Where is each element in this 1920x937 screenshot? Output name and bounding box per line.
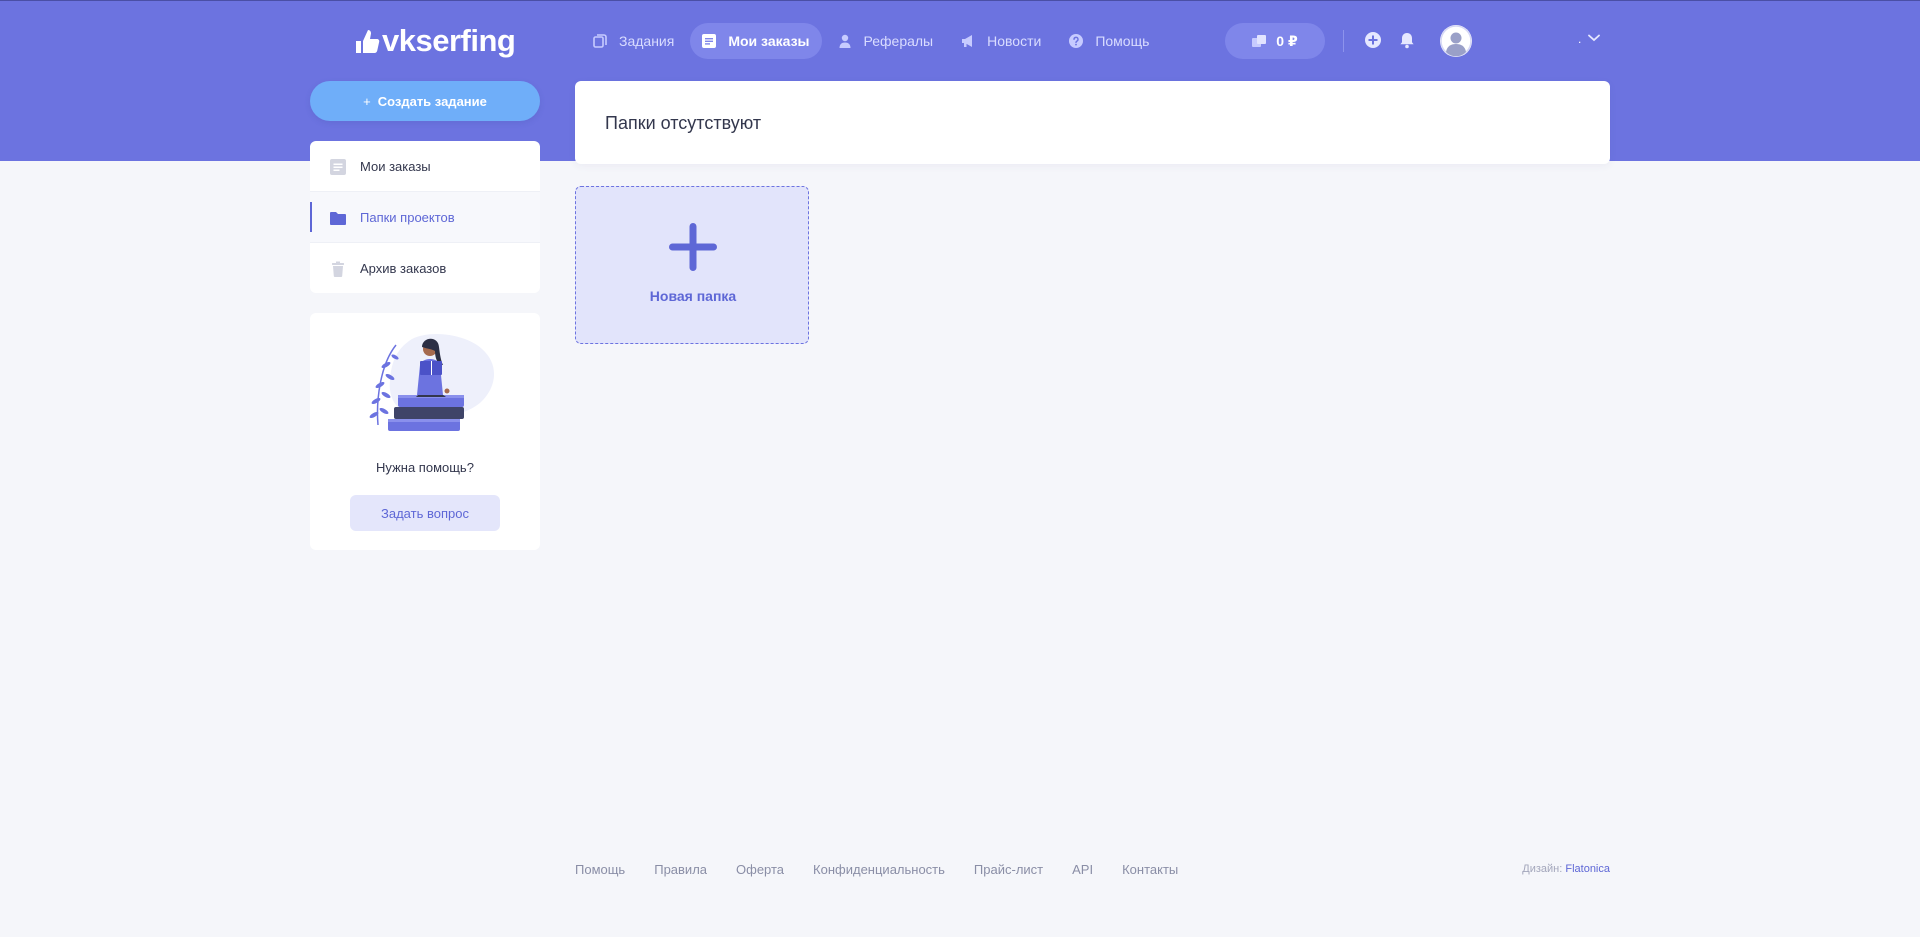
empty-state-title: Папки отсутствуют: [605, 113, 762, 133]
avatar-icon: [1440, 25, 1472, 57]
credit-prefix: Дизайн:: [1522, 863, 1563, 875]
document-icon: [330, 159, 346, 175]
sidebar-item-archive[interactable]: Архив заказов: [310, 243, 540, 293]
design-credit: Дизайн: Flatonica: [1522, 863, 1610, 875]
footer-links: Помощь Правила Оферта Конфиденциальность…: [575, 862, 1207, 877]
reading-person-illustration: [369, 334, 495, 431]
new-folder-label: Новая папка: [649, 288, 737, 304]
question-icon: [1069, 34, 1084, 48]
thumbs-up-logo-icon: [356, 30, 380, 53]
chevron-down-icon[interactable]: [1588, 34, 1600, 42]
ask-question-button[interactable]: Задать вопрос: [350, 495, 500, 531]
plus-icon: +: [363, 93, 371, 109]
sidebar-item-label: Мои заказы: [360, 158, 431, 174]
document-icon: [702, 34, 717, 48]
balance-button[interactable]: 0 ₽: [1225, 23, 1325, 59]
avatar[interactable]: [1440, 25, 1472, 57]
footer-link-privacy[interactable]: Конфиденциальность: [813, 862, 945, 877]
footer-link-rules[interactable]: Правила: [654, 862, 707, 877]
folder-icon: [330, 212, 346, 225]
create-task-button[interactable]: + Создать задание: [310, 81, 540, 121]
user-icon: [839, 34, 850, 48]
nav-item-label: Новости: [987, 33, 1042, 49]
footer-link-pricelist[interactable]: Прайс-лист: [974, 862, 1043, 877]
sidebar-item-project-folders[interactable]: Папки проектов: [310, 192, 540, 243]
help-title: Нужна помощь?: [376, 460, 474, 475]
footer-link-contacts[interactable]: Контакты: [1122, 862, 1178, 877]
bell-icon[interactable]: [1398, 31, 1416, 49]
logo[interactable]: vkserfing: [354, 23, 516, 58]
nav-item-news[interactable]: Новости: [949, 23, 1053, 59]
sidebar-item-my-orders[interactable]: Мои заказы: [310, 141, 540, 192]
footer-link-offer[interactable]: Оферта: [736, 862, 784, 877]
nav-item-label: Мои заказы: [728, 33, 810, 49]
credit-link[interactable]: Flatonica: [1565, 863, 1610, 875]
empty-state-card: Папки отсутствуют: [575, 81, 1610, 164]
footer-link-help[interactable]: Помощь: [575, 862, 625, 877]
wallet-icon: [1252, 35, 1267, 47]
nav-item-my-orders[interactable]: Мои заказы: [690, 23, 822, 59]
plus-icon: [669, 223, 717, 271]
megaphone-icon: [962, 35, 973, 47]
header-divider: [1343, 30, 1344, 52]
copy-icon: [593, 34, 607, 48]
nav-item-label: Помощь: [1095, 33, 1150, 49]
main-nav: Задания Мои заказы Рефералы Новости Помо…: [581, 23, 1165, 59]
sidebar-menu: Мои заказы Папки проектов Архив заказов: [310, 141, 540, 293]
logo-text: vkserfing: [382, 23, 516, 58]
add-circle-icon[interactable]: [1364, 31, 1382, 49]
top-border: [0, 0, 1920, 1]
trash-icon: [332, 261, 344, 277]
sidebar-item-label: Архив заказов: [360, 260, 447, 276]
nav-item-help[interactable]: Помощь: [1057, 23, 1161, 59]
create-task-label: Создать задание: [377, 93, 487, 109]
nav-item-label: Задания: [619, 33, 675, 49]
sidebar-item-label: Папки проектов: [360, 209, 455, 225]
nav-item-tasks[interactable]: Задания: [581, 23, 686, 59]
user-name[interactable]: .: [1578, 32, 1581, 46]
nav-item-label: Рефералы: [863, 33, 934, 49]
new-folder-button[interactable]: Новая папка: [575, 186, 809, 344]
help-card: Нужна помощь? Задать вопрос: [310, 313, 540, 550]
balance-amount: 0 ₽: [1276, 32, 1298, 49]
footer-link-api[interactable]: API: [1072, 862, 1093, 877]
nav-item-referrals[interactable]: Рефералы: [826, 23, 946, 59]
